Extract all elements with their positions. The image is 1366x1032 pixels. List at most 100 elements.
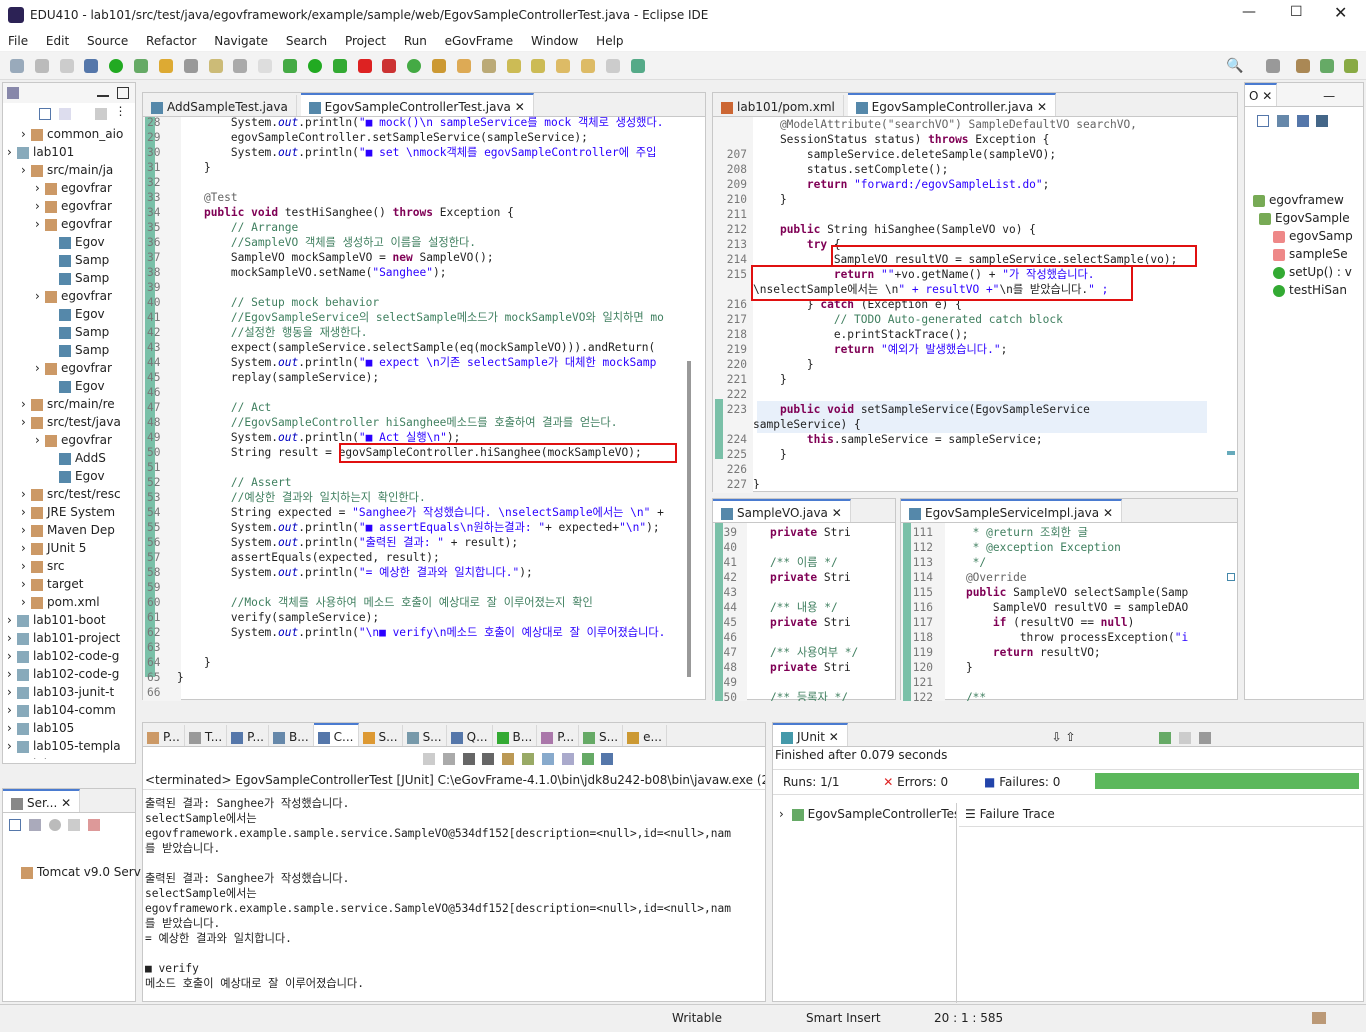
egov-perspective-icon[interactable]	[1320, 59, 1334, 73]
chevron-icon[interactable]: ›	[35, 197, 45, 215]
outline-item[interactable]: egovframew	[1245, 191, 1363, 209]
controller-code[interactable]: @ModelAttribute("searchVO") SampleDefaul…	[717, 117, 1217, 489]
scroll-lock-icon[interactable]	[502, 752, 515, 765]
chevron-icon[interactable]: ›	[7, 719, 17, 737]
save-all-icon[interactable]	[59, 59, 74, 73]
tree-item[interactable]: › src/main/ja	[3, 161, 135, 179]
tab-view-11[interactable]: e...	[623, 725, 667, 746]
tree-item[interactable]: Egov	[3, 377, 135, 395]
tree-item[interactable]: › src/main/re	[3, 395, 135, 413]
tab-view-8[interactable]: B...	[493, 725, 538, 746]
minimize-button[interactable]: —	[1242, 4, 1256, 20]
tree-item[interactable]: Samp	[3, 341, 135, 359]
chevron-icon[interactable]: ›	[7, 665, 17, 683]
menu-source[interactable]: Source	[87, 31, 128, 48]
chevron-icon[interactable]: ›	[7, 629, 17, 647]
tree-item[interactable]: › lab104-comm	[3, 701, 135, 719]
chevron-right-icon[interactable]: ›	[779, 807, 784, 821]
pencil-icon[interactable]	[481, 59, 496, 73]
stop-icon[interactable]	[1179, 731, 1192, 744]
tree-item[interactable]: AddS	[3, 449, 135, 467]
search-icon[interactable]: 🔍	[1226, 58, 1243, 74]
terminal-icon[interactable]	[84, 59, 99, 73]
save-icon[interactable]	[34, 59, 49, 73]
forward-icon[interactable]	[605, 59, 620, 73]
tree-item[interactable]: › lab102-code-g	[3, 647, 135, 665]
tree-item[interactable]: › Maven Dep	[3, 521, 135, 539]
history-icon[interactable]	[1199, 731, 1212, 744]
junit-test-item[interactable]: EgovSampleControllerTest	[808, 807, 956, 821]
tab-view-2[interactable]: P...	[227, 725, 269, 746]
chevron-icon[interactable]: ›	[21, 539, 31, 557]
tree-item[interactable]: › target	[3, 575, 135, 593]
menu-file[interactable]: File	[8, 31, 28, 48]
minimize-icon[interactable]: —	[1323, 89, 1335, 103]
tab-view-0[interactable]: P...	[143, 725, 185, 746]
open-type-icon[interactable]	[432, 59, 447, 73]
display-console-icon[interactable]	[561, 752, 574, 765]
chevron-icon[interactable]: ›	[21, 557, 31, 575]
outline-item[interactable]: testHiSan	[1245, 281, 1363, 299]
tree-item[interactable]: › lab103-junit-t	[3, 683, 135, 701]
close-tab-icon[interactable]: ✕	[832, 506, 842, 520]
open-console-icon[interactable]	[601, 752, 614, 765]
close-button[interactable]: ✕	[1334, 3, 1347, 22]
menu-egovframe[interactable]: eGovFrame	[445, 31, 514, 48]
tree-item[interactable]: › JRE System	[3, 503, 135, 521]
tree-item[interactable]: › lab105	[3, 719, 135, 737]
minimize-icon[interactable]	[96, 89, 109, 97]
vertical-scrollbar[interactable]	[687, 361, 691, 677]
tab-view-6[interactable]: S...	[403, 725, 447, 746]
chevron-icon[interactable]: ›	[7, 143, 17, 161]
back-icon[interactable]	[581, 59, 596, 73]
menu-edit[interactable]: Edit	[46, 31, 69, 48]
tools-icon[interactable]	[183, 59, 198, 73]
chevron-icon[interactable]: ›	[7, 737, 17, 755]
pilcrow-icon[interactable]	[258, 59, 273, 73]
menu-refactor[interactable]: Refactor	[146, 31, 196, 48]
tree-item[interactable]: › src	[3, 557, 135, 575]
tab-egovsamplecontroller[interactable]: EgovSampleController.java ✕	[847, 93, 1057, 116]
tab-view-9[interactable]: P...	[537, 725, 580, 746]
tree-item[interactable]: › egovfrar	[3, 431, 135, 449]
power-icon[interactable]	[109, 59, 124, 73]
collapse-all-icon[interactable]	[1257, 114, 1269, 127]
menu-window[interactable]: Window	[531, 31, 578, 48]
tab-view-10[interactable]: S...	[579, 725, 624, 746]
tree-item[interactable]: Samp	[3, 269, 135, 287]
samplevo-code[interactable]: 39 private Stri 40 41 /** 이름 */42 private…	[717, 525, 893, 701]
word-wrap-icon[interactable]	[522, 752, 535, 765]
tree-item[interactable]: Samp	[3, 323, 135, 341]
stop-server-icon[interactable]	[88, 818, 101, 831]
filter-icon[interactable]	[94, 108, 107, 120]
main-code[interactable]: 28 System.out.println("■ mock()\n sample…	[147, 115, 683, 701]
hide-fields-icon[interactable]	[1296, 114, 1309, 127]
tree-item[interactable]: › pom.xml	[3, 593, 135, 611]
tree-item[interactable]: › lab106	[3, 755, 135, 759]
tree-item[interactable]: › lab101-boot	[3, 611, 135, 629]
chevron-icon[interactable]: ›	[7, 611, 17, 629]
java-perspective-icon[interactable]	[1296, 59, 1310, 73]
tree-item[interactable]: › lab105-templa	[3, 737, 135, 755]
ext-tools-icon[interactable]	[382, 59, 397, 73]
chevron-icon[interactable]: ›	[35, 179, 45, 197]
tree-item[interactable]: › JUnit 5	[3, 539, 135, 557]
new-java-icon[interactable]	[407, 59, 422, 73]
tree-item[interactable]: › egovfrar	[3, 179, 135, 197]
view-menu-icon[interactable]: ⋮	[114, 104, 126, 118]
skip-breakpoints-icon[interactable]	[134, 59, 149, 73]
remove-all-icon[interactable]	[482, 752, 495, 765]
tree-item[interactable]: › lab102-code-g	[3, 665, 135, 683]
menu-project[interactable]: Project	[345, 31, 386, 48]
run-config-icon[interactable]	[332, 59, 347, 73]
chevron-icon[interactable]: ›	[7, 647, 17, 665]
run-icon[interactable]	[307, 59, 322, 73]
outline-item[interactable]: EgovSample	[1245, 209, 1363, 227]
chevron-icon[interactable]: ›	[21, 413, 31, 431]
stop-icon[interactable]	[357, 59, 372, 73]
chevron-icon[interactable]: ›	[35, 215, 45, 233]
terminate-icon[interactable]	[442, 752, 455, 765]
outline-item[interactable]: setUp() : v	[1245, 263, 1363, 281]
chevron-icon[interactable]: ›	[21, 125, 31, 143]
new-console-icon[interactable]	[581, 752, 594, 765]
